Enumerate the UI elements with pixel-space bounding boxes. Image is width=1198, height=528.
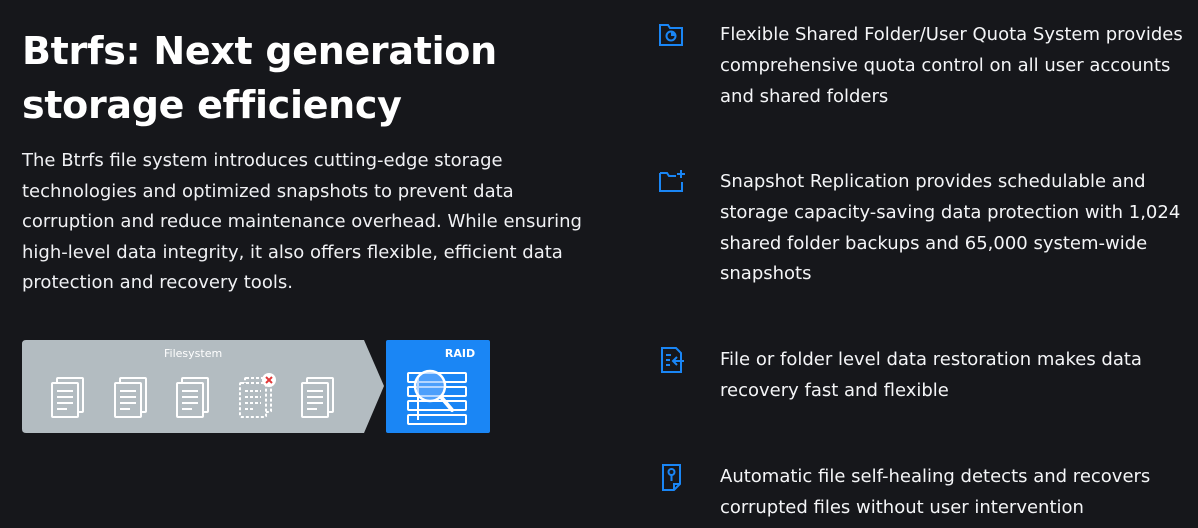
file-restore-icon [661, 347, 684, 373]
feature-list: Flexible Shared Folder/User Quota System… [656, 0, 1196, 528]
document-icon [176, 377, 209, 418]
feature-text: File or folder level data restoration ma… [720, 349, 1142, 401]
self-healing-file-icon [662, 464, 681, 491]
document-icon [114, 377, 147, 418]
btrfs-diagram: Filesystem RAID [22, 340, 492, 435]
snapshot-folder-icon [659, 170, 685, 192]
feature-text: Flexible Shared Folder/User Quota System… [720, 24, 1183, 107]
folder-quota-icon [659, 24, 683, 46]
page-title: Btrfs: Next generation storage efficienc… [22, 29, 497, 127]
error-badge-icon [262, 373, 276, 387]
raid-label: RAID [444, 347, 476, 360]
document-icon [51, 377, 84, 418]
hero-description: The Btrfs file system introduces cutting… [22, 150, 582, 293]
filesystem-label: Filesystem [164, 347, 223, 360]
document-icon [301, 377, 334, 418]
feature-text: Snapshot Replication provides schedulabl… [720, 171, 1181, 285]
feature-text: Automatic file self-healing detects and … [720, 466, 1151, 518]
